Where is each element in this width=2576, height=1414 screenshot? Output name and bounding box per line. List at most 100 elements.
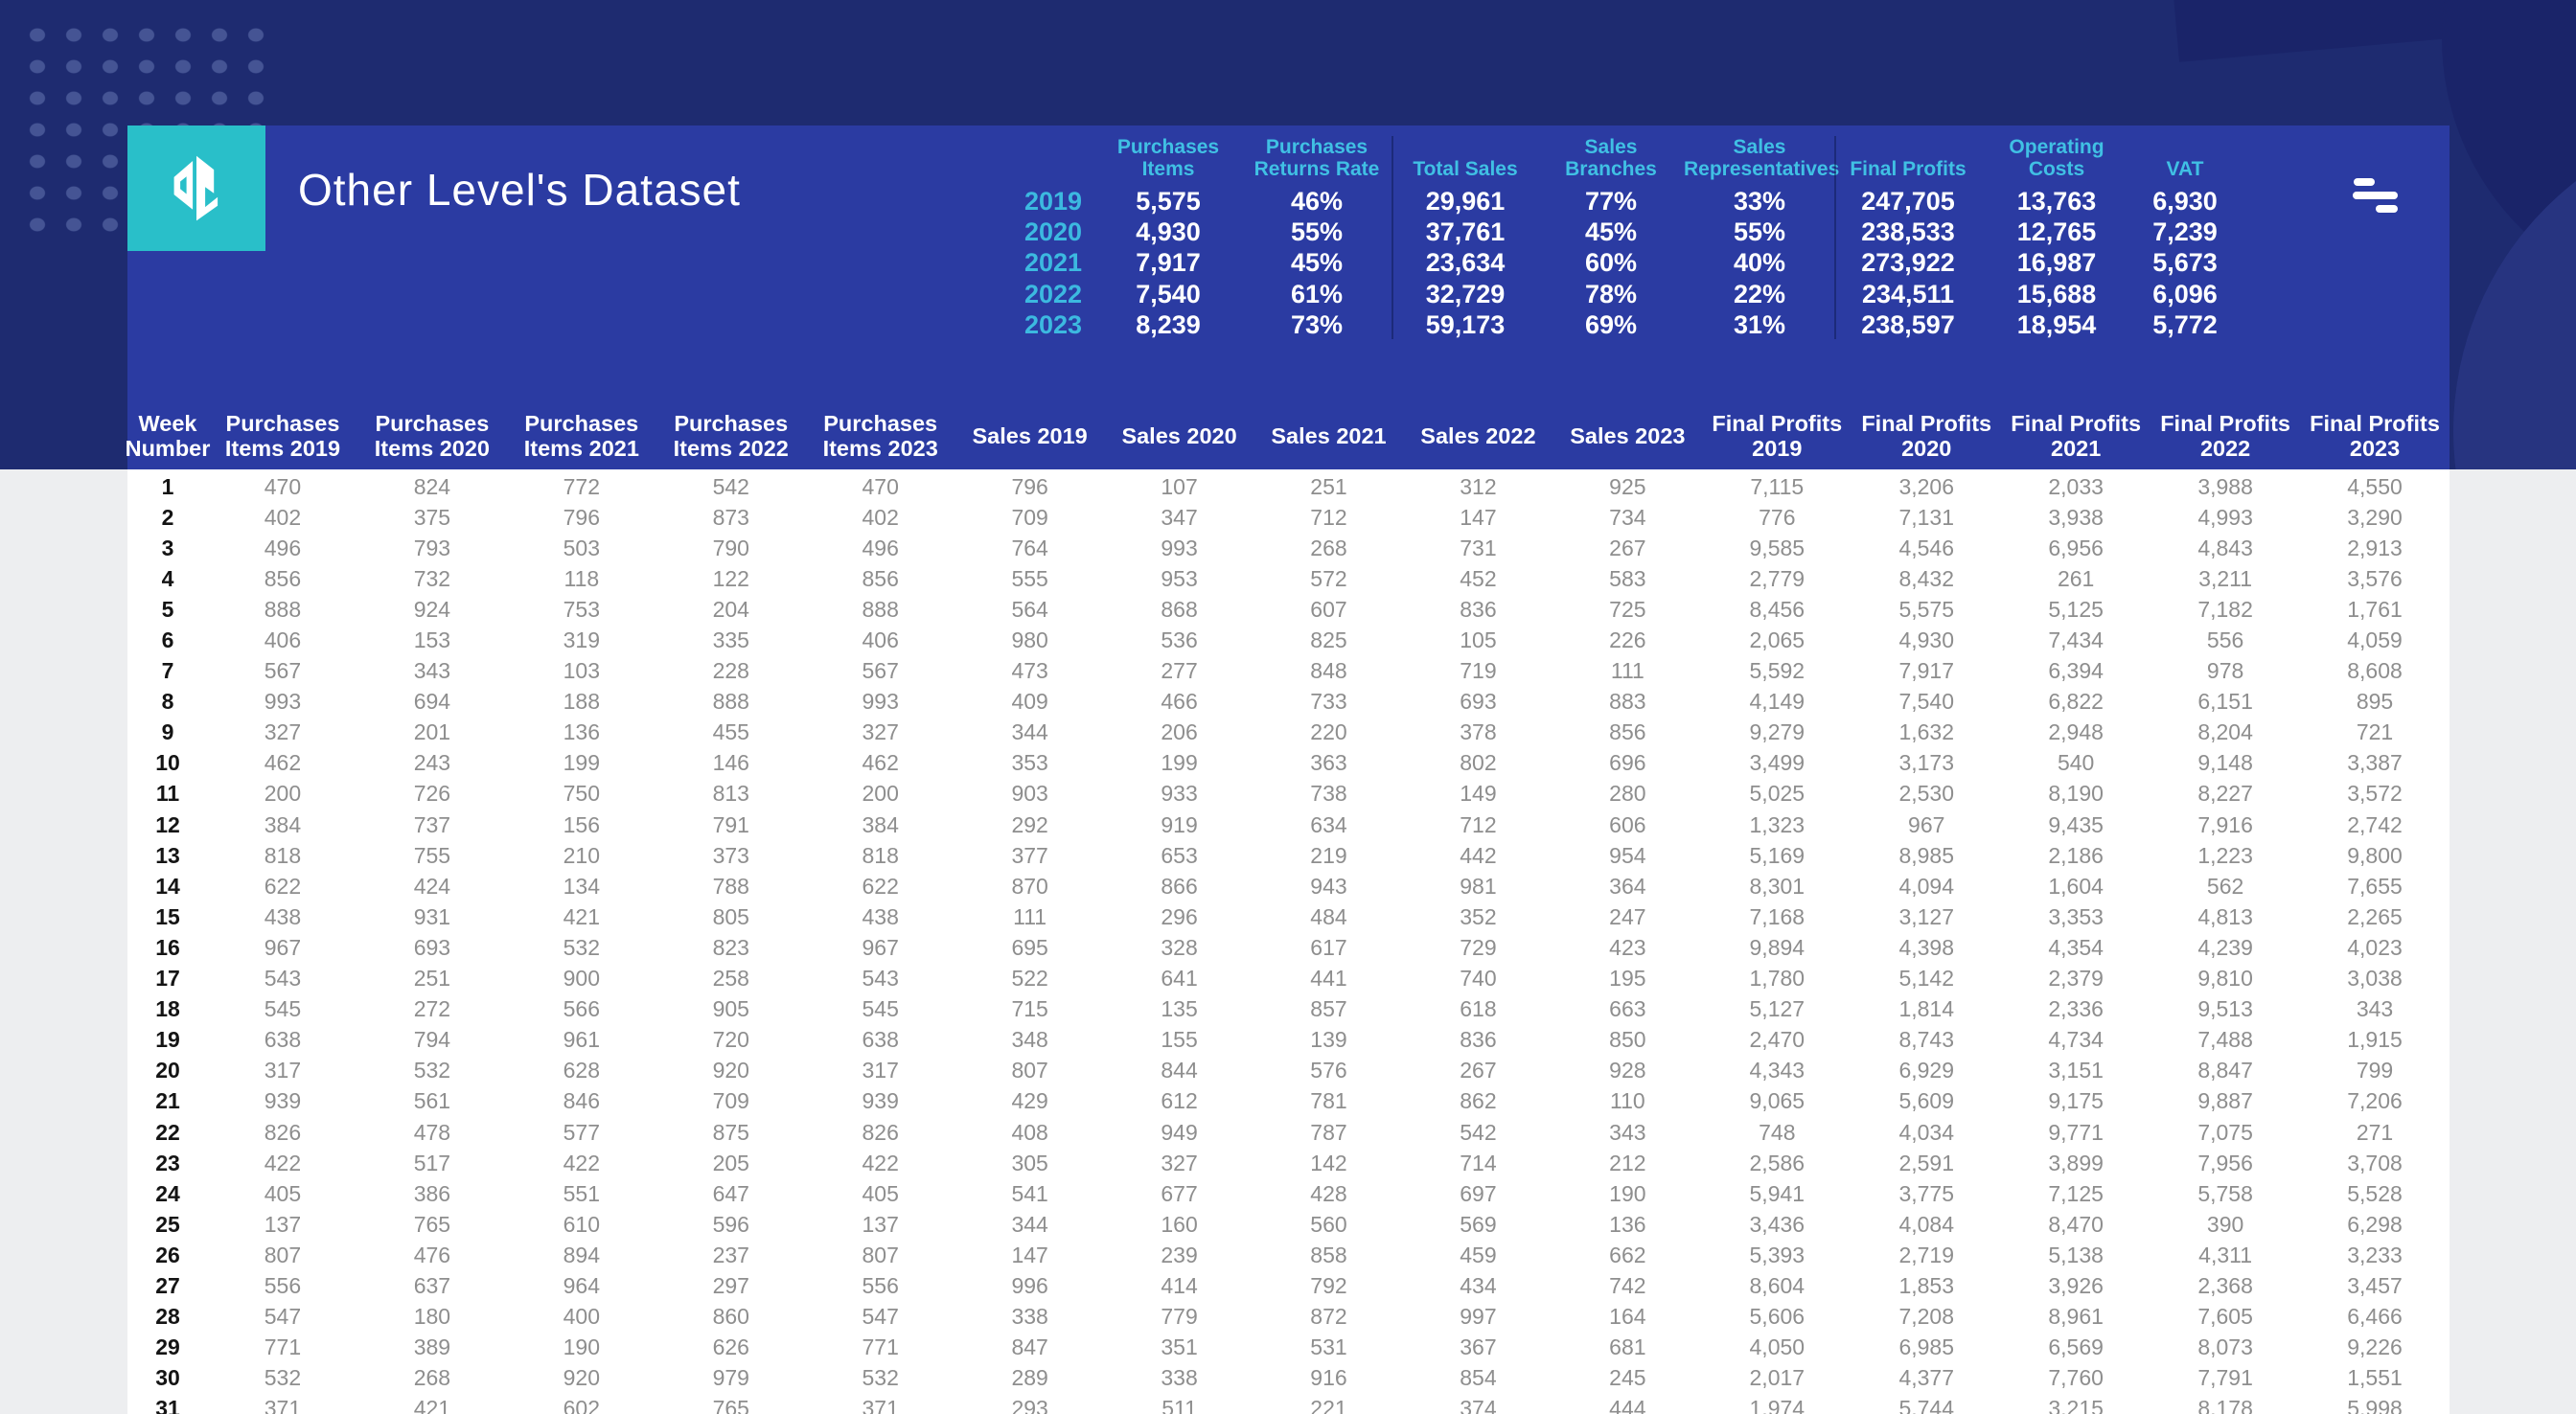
week-number-cell: 29 [155, 1334, 180, 1360]
table-cell: 137 [862, 1211, 899, 1237]
table-cell: 160 [1161, 1211, 1198, 1237]
table-cell: 267 [1460, 1058, 1497, 1083]
table-cell: 924 [413, 596, 451, 622]
summary-value: 273,922 [1861, 248, 1955, 278]
table-cell: 389 [413, 1334, 451, 1360]
table-cell: 1,223 [2197, 842, 2253, 868]
table-cell: 981 [1460, 873, 1497, 899]
table-row: 5 888 924 753 204 888 564 868 607 836 725 8,456 5,57… [127, 594, 2450, 625]
summary-column-header: Final Profits [1850, 158, 1966, 180]
table-cell: 5,169 [1749, 842, 1806, 868]
menu-icon-bar [2353, 192, 2398, 199]
table-cell: 997 [1460, 1304, 1497, 1330]
table-cell: 844 [1161, 1058, 1198, 1083]
menu-icon[interactable] [2353, 178, 2403, 218]
table-cell: 868 [1161, 596, 1198, 622]
table-cell: 9,894 [1749, 934, 1806, 960]
summary-value: 37,761 [1425, 217, 1506, 247]
table-cell: 919 [1161, 811, 1198, 837]
week-number-cell: 9 [161, 719, 174, 745]
table-cell: 6,822 [2048, 689, 2104, 715]
table-cell: 7,956 [2197, 1150, 2253, 1175]
table-column-header: Purchases Items 2019 [224, 411, 341, 461]
table-row: 10 462 243 199 146 462 353 199 363 802 696 3,499 3,1… [127, 748, 2450, 779]
table-row: 2 402 375 796 873 402 709 347 712 147 734 776 7,131 3… [127, 502, 2450, 533]
table-cell: 536 [1161, 627, 1198, 653]
table-cell: 9,585 [1749, 535, 1806, 560]
summary-value: 238,597 [1861, 310, 1955, 340]
summary-row: 2022 7,540 61% 32,729 78% 22% 234,511 15,688 6,0… [1011, 279, 2238, 309]
table-cell: 734 [1609, 504, 1646, 530]
table-cell: 319 [563, 627, 601, 653]
table-cell: 4,813 [2197, 903, 2253, 929]
week-number-cell: 7 [161, 658, 174, 684]
table-cell: 8,743 [1898, 1027, 1954, 1053]
table-row: 26 807 476 894 237 807 147 239 858 459 662 5,393 2,7… [127, 1240, 2450, 1270]
table-cell: 327 [264, 719, 302, 745]
table-cell: 1,551 [2347, 1365, 2403, 1391]
table-cell: 297 [712, 1272, 749, 1298]
table-row: 12 384 737 156 791 384 292 919 634 712 606 1,323 967… [127, 810, 2450, 840]
table-row: 13 818 755 210 373 818 377 653 219 442 954 5,169 8,9… [127, 840, 2450, 871]
table-cell: 2,065 [1749, 627, 1806, 653]
table-cell: 452 [1460, 565, 1497, 591]
table-row: 23 422 517 422 205 422 305 327 142 714 212 2,586 2,5… [127, 1148, 2450, 1178]
table-cell: 343 [413, 658, 451, 684]
table-cell: 953 [1161, 565, 1198, 591]
table-cell: 2,913 [2347, 535, 2403, 560]
table-cell: 714 [1460, 1150, 1497, 1175]
table-cell: 107 [1161, 473, 1198, 499]
table-sheet: 1 470 824 772 542 470 796 107 251 312 925 7,115 3,20… [127, 469, 2450, 1414]
table-cell: 136 [563, 719, 601, 745]
table-cell: 9,175 [2048, 1088, 2104, 1114]
table-cell: 543 [264, 966, 302, 992]
table-cell: 335 [712, 627, 749, 653]
summary-value: 55% [1733, 217, 1786, 247]
table-cell: 296 [1161, 903, 1198, 929]
table-cell: 424 [413, 873, 451, 899]
table-cell: 978 [2206, 658, 2244, 684]
table-cell: 547 [264, 1304, 302, 1330]
table-cell: 9,771 [2048, 1119, 2104, 1145]
table-column-header: Week Number [125, 411, 211, 461]
table-row: 31 371 421 602 765 371 293 511 221 374 444 1,974 5,7… [127, 1394, 2450, 1414]
table-cell: 4,734 [2048, 1027, 2104, 1053]
table-cell: 532 [413, 1058, 451, 1083]
table-cell: 375 [413, 504, 451, 530]
table-cell: 3,353 [2048, 903, 2104, 929]
table-cell: 7,655 [2347, 873, 2403, 899]
table-cell: 438 [862, 903, 899, 929]
table-cell: 6,985 [1898, 1334, 1954, 1360]
table-cell: 776 [1759, 504, 1796, 530]
table-cell: 371 [264, 1396, 302, 1414]
table-cell: 374 [1460, 1396, 1497, 1414]
table-cell: 2,779 [1749, 565, 1806, 591]
week-number-cell: 19 [155, 1027, 180, 1053]
summary-value: 32,729 [1425, 279, 1506, 308]
summary-value: 12,765 [2016, 217, 2097, 247]
summary-year-label: 2021 [1024, 248, 1083, 278]
table-cell: 862 [1460, 1088, 1497, 1114]
table-cell: 353 [1011, 750, 1048, 776]
table-cell: 7,208 [1898, 1304, 1954, 1330]
table-cell: 894 [563, 1242, 601, 1267]
table-cell: 4,084 [1898, 1211, 1954, 1237]
table-cell: 422 [264, 1150, 302, 1175]
table-cell: 496 [264, 535, 302, 560]
table-cell: 836 [1460, 596, 1497, 622]
table-cell: 7,168 [1749, 903, 1806, 929]
summary-value: 31% [1733, 310, 1786, 340]
table-cell: 572 [1310, 565, 1347, 591]
table-cell: 712 [1460, 811, 1497, 837]
table-cell: 2,470 [1749, 1027, 1806, 1053]
table-cell: 3,173 [1898, 750, 1954, 776]
table-cell: 511 [1162, 1396, 1197, 1414]
table-body: 1 470 824 772 542 470 796 107 251 312 925 7,115 3,20… [127, 471, 2450, 1414]
summary-table: Purchases Items Purchases Returns Rate Tot… [1011, 130, 2238, 341]
table-cell: 802 [1460, 750, 1497, 776]
table-cell: 731 [1460, 535, 1497, 560]
table-cell: 347 [1161, 504, 1198, 530]
week-number-cell: 18 [155, 996, 180, 1022]
table-cell: 7,075 [2197, 1119, 2253, 1145]
table-cell: 272 [413, 996, 451, 1022]
